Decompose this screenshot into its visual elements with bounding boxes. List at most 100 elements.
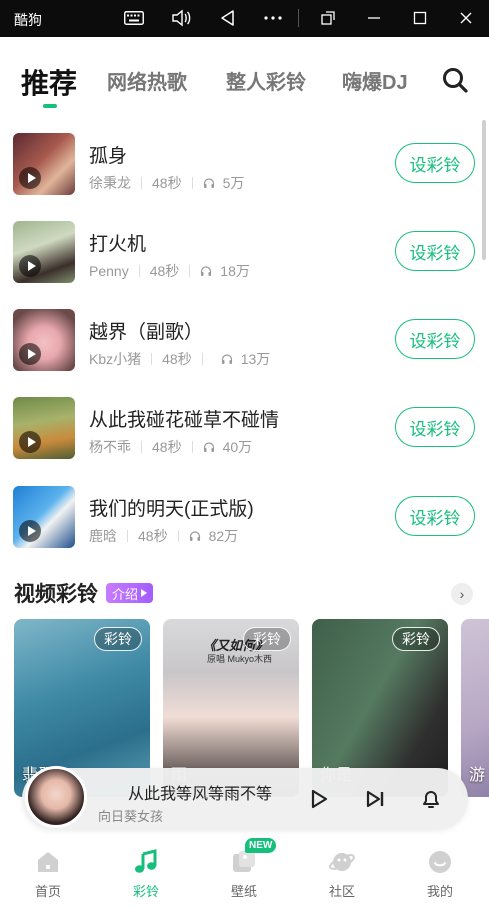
song-row[interactable]: 我们的明天(正式版) 鹿晗 48秒 82万 设彩铃 — [0, 486, 489, 574]
song-artist: 徐秉龙 — [89, 175, 131, 191]
song-duration: 48秒 — [152, 439, 182, 455]
minimize-icon[interactable] — [361, 6, 387, 30]
song-cover[interactable] — [13, 133, 75, 195]
song-plays: 18万 — [220, 263, 250, 279]
planet-icon — [329, 853, 355, 871]
video-badge: 彩铃 — [392, 627, 440, 651]
back-icon[interactable] — [214, 6, 240, 30]
song-title: 孤身 — [89, 146, 128, 167]
song-artist: Penny — [89, 263, 129, 279]
song-plays: 40万 — [222, 439, 253, 455]
headphones-icon — [203, 178, 214, 188]
song-title: 打火机 — [89, 234, 147, 255]
nav-wallpaper[interactable]: NEW 壁纸 — [209, 836, 279, 900]
profile-icon — [429, 851, 451, 873]
video-card[interactable]: 游 — [461, 619, 489, 797]
nav-ringtone[interactable]: 彩铃 — [111, 836, 181, 900]
set-ringtone-button[interactable]: 设彩铃 — [395, 496, 475, 536]
tab-dj[interactable]: 嗨爆DJ — [342, 66, 408, 95]
song-cover[interactable] — [13, 309, 75, 371]
player-title: 从此我等风等雨不等 — [128, 786, 273, 803]
tab-hot-songs[interactable]: 网络热歌 — [107, 66, 187, 95]
song-cover[interactable] — [13, 486, 75, 548]
tab-active-indicator — [43, 104, 57, 108]
song-duration: 48秒 — [152, 175, 182, 191]
video-badge: 彩铃 — [94, 627, 142, 651]
song-meta: Penny 48秒 18万 — [89, 261, 250, 281]
song-title: 从此我碰花碰草不碰情 — [89, 410, 280, 431]
tab-prank-ringtones[interactable]: 整人彩铃 — [226, 66, 306, 95]
window-titlebar: 酷狗 — [0, 0, 489, 37]
video-badge: 彩铃 — [243, 627, 291, 651]
video-caption: 游 — [469, 767, 486, 784]
song-plays: 13万 — [240, 351, 271, 367]
song-duration: 48秒 — [138, 528, 168, 544]
app-name: 酷狗 — [14, 12, 42, 28]
song-artist: 杨不乖 — [89, 439, 131, 455]
close-icon[interactable] — [453, 6, 479, 30]
bell-icon[interactable] — [419, 787, 443, 811]
play-icon[interactable] — [19, 255, 41, 277]
song-meta: 鹿晗 48秒 82万 — [89, 526, 238, 546]
song-meta: Kbz小猪 48秒 13万 — [89, 349, 270, 369]
set-ringtone-button[interactable]: 设彩铃 — [395, 143, 475, 183]
song-artist: Kbz小猪 — [89, 351, 142, 367]
song-row[interactable]: 孤身 徐秉龙 48秒 5万 设彩铃 — [0, 133, 489, 221]
headphones-icon — [221, 354, 232, 364]
song-title: 我们的明天(正式版) — [89, 499, 254, 520]
intro-button[interactable]: 介绍 — [106, 583, 154, 603]
set-ringtone-button[interactable]: 设彩铃 — [395, 407, 475, 447]
song-duration: 48秒 — [162, 351, 192, 367]
song-meta: 杨不乖 48秒 40万 — [89, 437, 252, 457]
song-title: 越界（副歌） — [89, 322, 204, 343]
nav-label: 彩铃 — [132, 884, 159, 899]
nav-label: 壁纸 — [230, 884, 257, 899]
nav-community[interactable]: 社区 — [307, 836, 377, 900]
volume-icon[interactable] — [168, 6, 194, 30]
player-avatar[interactable] — [25, 766, 87, 828]
triangle-icon — [141, 589, 148, 597]
song-meta: 徐秉龙 48秒 5万 — [89, 173, 244, 193]
headphones-icon — [201, 266, 212, 276]
next-track-icon[interactable] — [363, 787, 387, 811]
bottom-nav: 首页 彩铃 NEW 壁纸 社区 我的 — [0, 836, 489, 907]
rotate-icon[interactable] — [315, 6, 341, 30]
video-overlay-sub: 原唱 Mukyo木西 — [207, 654, 273, 664]
song-cover[interactable] — [13, 397, 75, 459]
set-ringtone-button[interactable]: 设彩铃 — [395, 319, 475, 359]
set-ringtone-button[interactable]: 设彩铃 — [395, 231, 475, 271]
nav-profile[interactable]: 我的 — [405, 836, 475, 900]
tab-recommend[interactable]: 推荐 — [21, 62, 77, 102]
headphones-icon — [189, 531, 200, 541]
more-icon[interactable] — [260, 6, 286, 30]
more-button[interactable]: › — [451, 583, 473, 605]
search-icon[interactable] — [441, 66, 469, 94]
song-row[interactable]: 打火机 Penny 48秒 18万 设彩铃 — [0, 221, 489, 309]
song-plays: 5万 — [222, 175, 245, 191]
video-section-header: 视频彩铃 介绍 — [14, 578, 154, 608]
song-plays: 82万 — [208, 528, 239, 544]
nav-label: 社区 — [328, 884, 355, 899]
song-row[interactable]: 越界（副歌） Kbz小猪 48秒 13万 设彩铃 — [0, 309, 489, 397]
maximize-icon[interactable] — [407, 6, 433, 30]
song-duration: 48秒 — [149, 263, 180, 279]
intro-label: 介绍 — [112, 586, 139, 602]
new-badge: NEW — [245, 838, 277, 853]
nav-label: 我的 — [426, 884, 453, 899]
music-note-icon — [135, 849, 157, 873]
nav-home[interactable]: 首页 — [13, 836, 83, 900]
play-icon[interactable] — [19, 167, 41, 189]
section-title: 视频彩铃 — [14, 583, 98, 606]
play-icon[interactable] — [19, 431, 41, 453]
play-icon[interactable] — [307, 787, 331, 811]
titlebar-divider — [298, 9, 299, 27]
play-icon[interactable] — [19, 520, 41, 542]
song-row[interactable]: 从此我碰花碰草不碰情 杨不乖 48秒 40万 设彩铃 — [0, 397, 489, 485]
song-cover[interactable] — [13, 221, 75, 283]
category-tabs: 推荐 网络热歌 整人彩铃 嗨爆DJ — [0, 38, 489, 120]
play-icon[interactable] — [19, 343, 41, 365]
headphones-icon — [203, 442, 214, 452]
keyboard-icon[interactable] — [121, 6, 147, 30]
song-artist: 鹿晗 — [89, 528, 117, 544]
mini-player[interactable]: 从此我等风等雨不等 向日葵女孩 — [22, 766, 468, 830]
